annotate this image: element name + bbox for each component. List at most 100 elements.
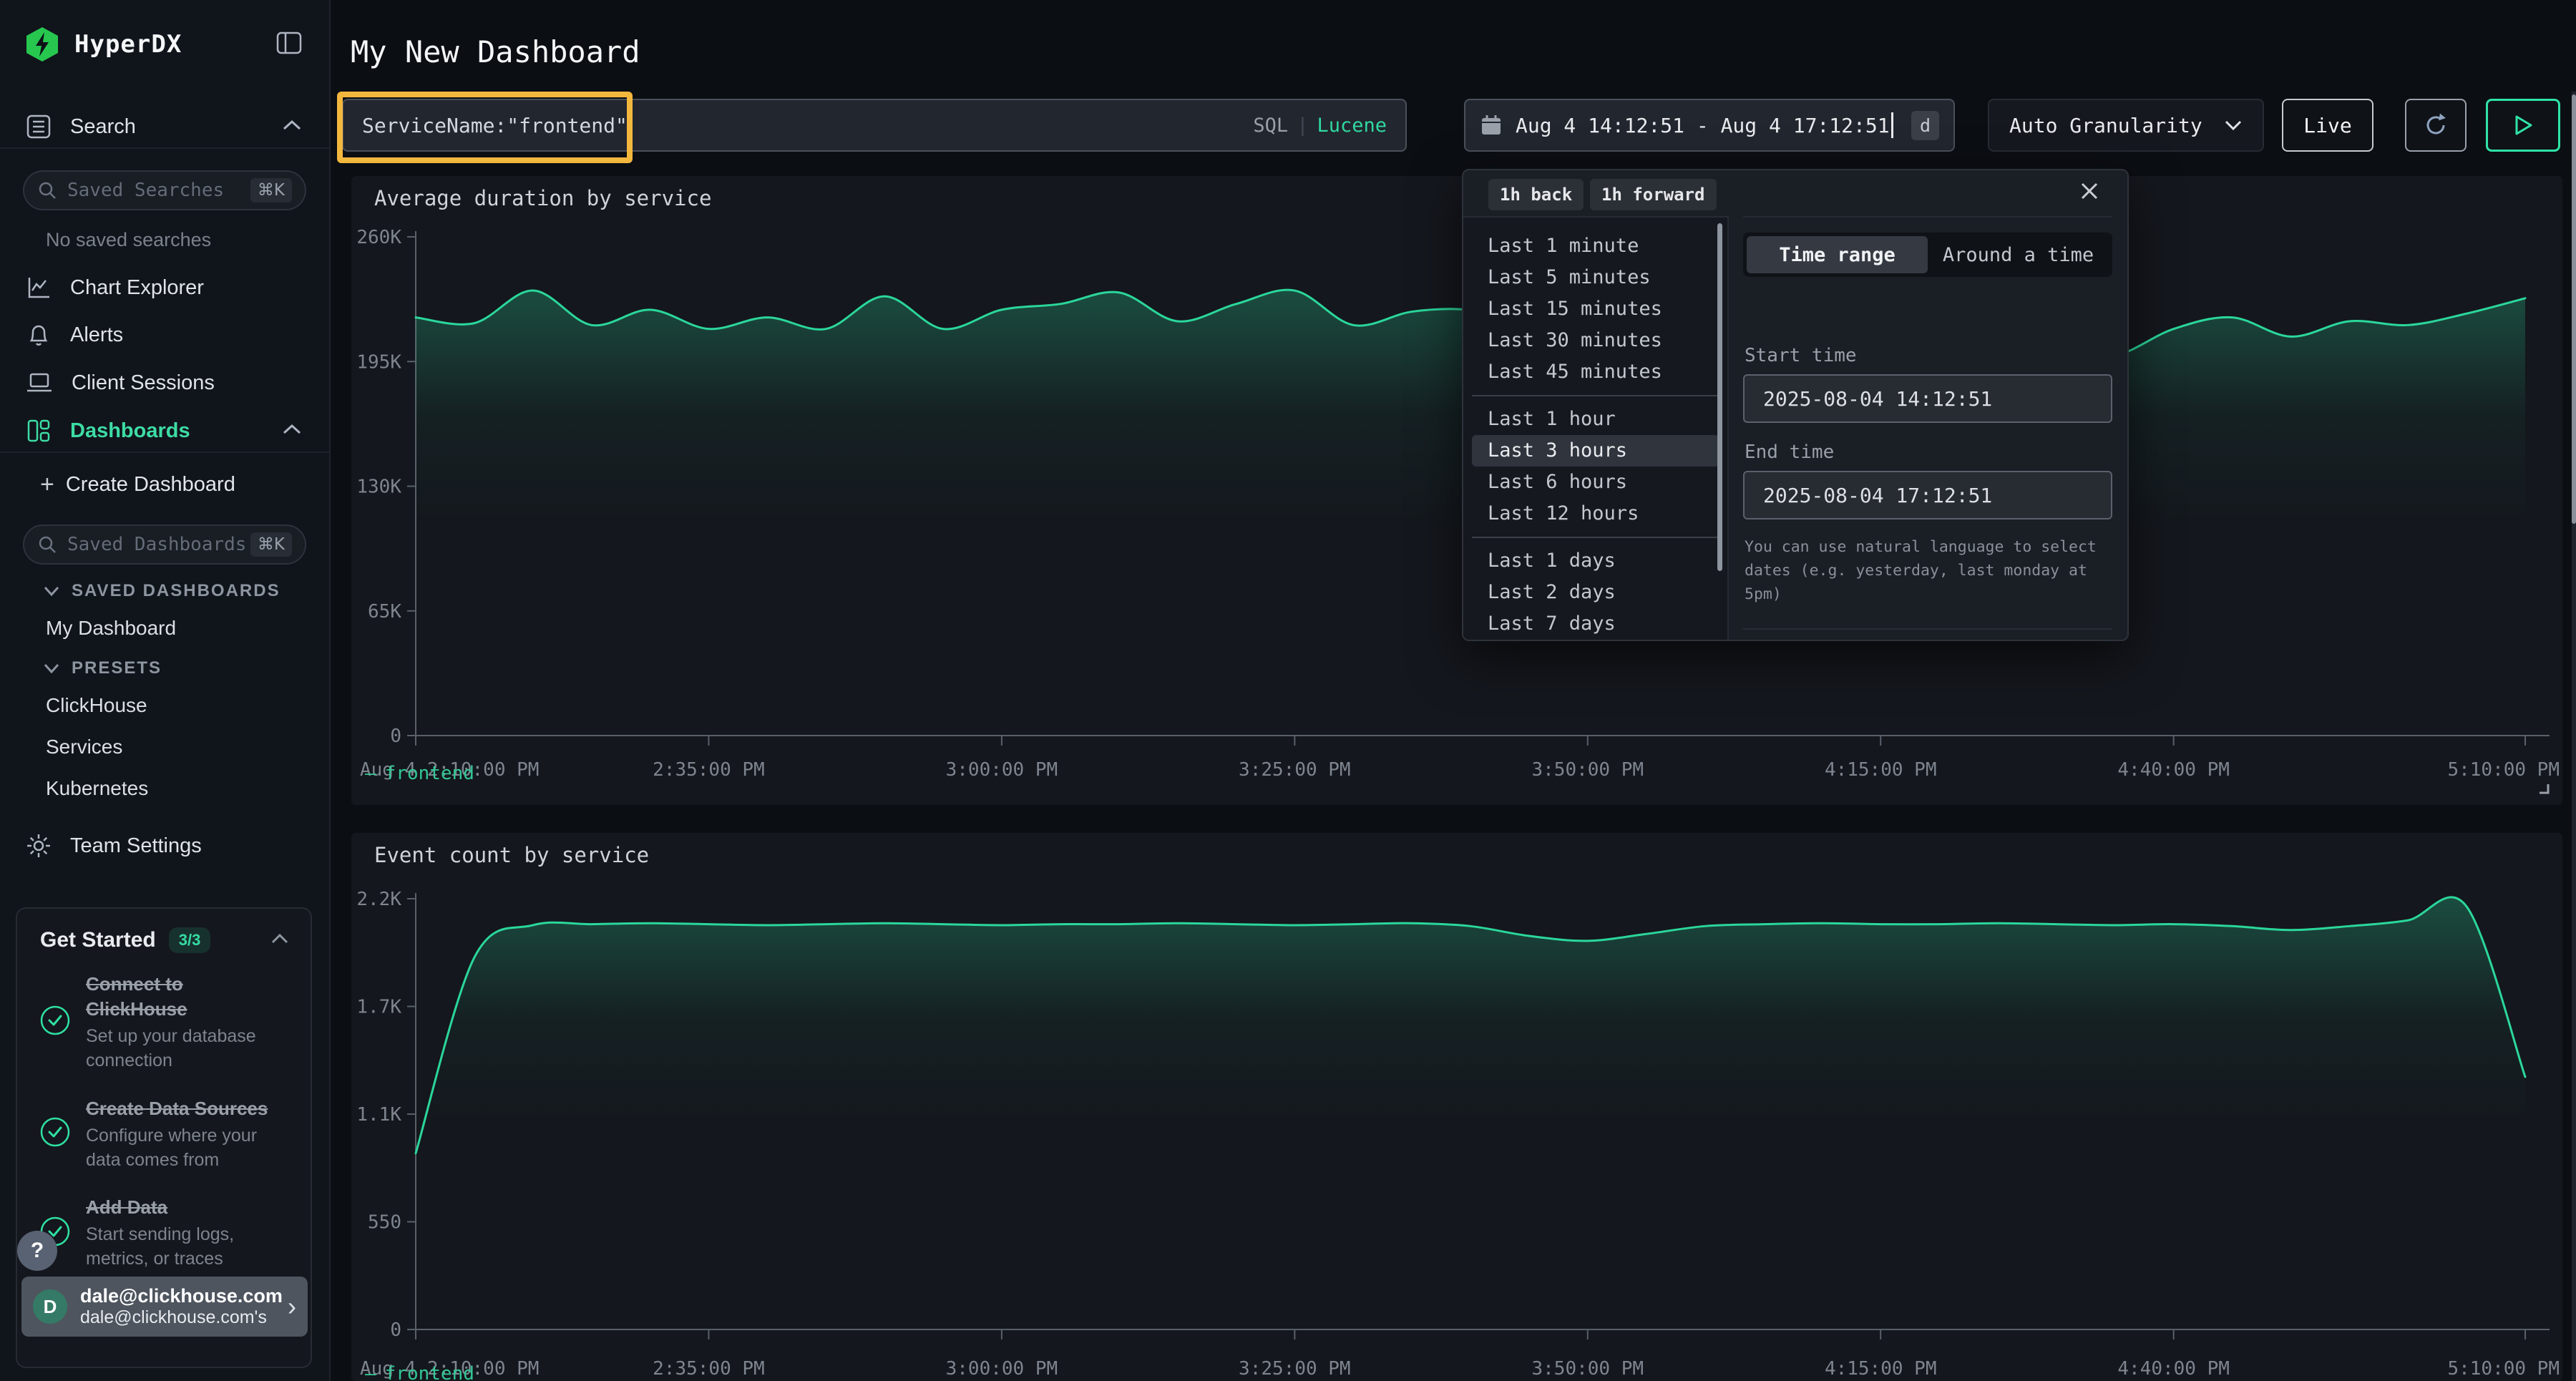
- svg-text:5:10:00 PM: 5:10:00 PM: [2447, 1358, 2560, 1380]
- saved-searches-placeholder: Saved Searches: [67, 180, 250, 201]
- chart-panel-event-count[interactable]: Event count by service 05501.1K1.7K2.2KA…: [351, 833, 2562, 1381]
- chart-panel-avg-duration[interactable]: Average duration by service 065K130K195K…: [351, 176, 2562, 805]
- divider: [1743, 628, 2112, 630]
- live-button[interactable]: Live: [2282, 99, 2373, 152]
- search-query-input[interactable]: ServiceName:"frontend" SQL|Lucene: [342, 99, 1407, 152]
- end-time-input[interactable]: 2025-08-04 17:12:51: [1743, 471, 2112, 519]
- chart-legend[interactable]: — frontend: [365, 763, 474, 784]
- time-range-input[interactable]: Aug 4 14:12:51 - Aug 4 17:12:51 d: [1464, 99, 1955, 152]
- get-started-item[interactable]: Create Data SourcesConfigure where your …: [17, 1085, 311, 1184]
- sidebar-item-preset-clickhouse[interactable]: ClickHouse: [46, 694, 148, 717]
- sql-mode-toggle[interactable]: SQL: [1253, 114, 1288, 137]
- chevron-up-icon[interactable]: [282, 119, 302, 135]
- get-started-item-desc: Configure where your data comes from: [86, 1124, 275, 1173]
- collapse-sidebar-icon[interactable]: [276, 31, 302, 58]
- scrollbar-thumb[interactable]: [1717, 223, 1722, 571]
- legend-swatch: —: [365, 763, 376, 784]
- svg-text:195K: 195K: [356, 351, 401, 373]
- sidebar-item-label: Dashboards: [70, 419, 190, 443]
- quick-range-option[interactable]: Last 1 hour: [1472, 404, 1719, 435]
- get-started-item-title: Connect to ClickHouse: [86, 972, 275, 1022]
- sidebar-item-chart-explorer[interactable]: Chart Explorer: [0, 268, 329, 308]
- chevron-up-icon[interactable]: [270, 933, 289, 948]
- shift-1h-back-button[interactable]: 1h back: [1488, 179, 1584, 210]
- get-started-progress-badge: 3/3: [169, 927, 211, 953]
- divider: [1472, 537, 1719, 538]
- quick-range-option[interactable]: Last 6 hours: [1472, 467, 1719, 498]
- sidebar-item-team-settings[interactable]: Team Settings: [0, 827, 329, 864]
- page-scrollbar[interactable]: [2572, 92, 2576, 1381]
- get-started-item-text: Connect to ClickHouseSet up your databas…: [86, 972, 275, 1073]
- start-time-input[interactable]: 2025-08-04 14:12:51: [1743, 374, 2112, 423]
- presets-section-header[interactable]: PRESETS: [43, 658, 162, 678]
- quick-range-option[interactable]: Last 1 days: [1472, 545, 1719, 577]
- get-started-item-desc: Start sending logs, metrics, or traces: [86, 1223, 275, 1272]
- get-started-item[interactable]: Add DataStart sending logs, metrics, or …: [17, 1184, 311, 1283]
- svg-text:65K: 65K: [368, 601, 401, 623]
- refresh-button[interactable]: [2405, 99, 2467, 152]
- saved-dashboards-section-header[interactable]: SAVED DASHBOARDS: [43, 581, 280, 601]
- sidebar-item-dashboards[interactable]: Dashboards: [0, 410, 329, 453]
- resize-handle-icon[interactable]: [2537, 781, 2550, 798]
- granularity-select[interactable]: Auto Granularity: [1988, 99, 2264, 152]
- quick-range-option[interactable]: Last 7 days: [1472, 608, 1719, 640]
- close-icon[interactable]: [2079, 180, 2100, 205]
- sidebar-item-preset-services[interactable]: Services: [46, 736, 148, 758]
- line-chart-event-count: 05501.1K1.7K2.2KAug 4 2:10:00 PM2:35:00 …: [351, 833, 2562, 1381]
- user-team: dale@clickhouse.com's: [80, 1307, 283, 1328]
- svg-text:4:40:00 PM: 4:40:00 PM: [2117, 759, 2230, 781]
- quick-range-option[interactable]: Last 2 days: [1472, 577, 1719, 608]
- range-mode-tabs: Time range Around a time: [1743, 233, 2112, 277]
- quick-range-option[interactable]: Last 45 minutes: [1472, 356, 1719, 388]
- search-icon: [37, 180, 57, 200]
- svg-text:1.1K: 1.1K: [356, 1104, 401, 1126]
- chevron-right-icon: ›: [288, 1292, 296, 1322]
- lucene-mode-toggle[interactable]: Lucene: [1317, 114, 1387, 137]
- plus-icon: +: [40, 472, 54, 497]
- get-started-item-desc: Set up your database connection: [86, 1025, 275, 1073]
- get-started-item[interactable]: Connect to ClickHouseSet up your databas…: [17, 960, 311, 1085]
- natural-language-hint: You can use natural language to select d…: [1745, 535, 2106, 606]
- quick-range-option[interactable]: Last 3 hours: [1472, 435, 1719, 467]
- tab-around-a-time[interactable]: Around a time: [1928, 236, 2109, 273]
- sidebar-item-preset-kubernetes[interactable]: Kubernetes: [46, 777, 148, 800]
- svg-text:2:35:00 PM: 2:35:00 PM: [653, 759, 765, 781]
- user-menu[interactable]: D dale@clickhouse.com dale@clickhouse.co…: [21, 1277, 308, 1337]
- brand: HyperDX: [0, 21, 329, 67]
- quick-range-option[interactable]: Last 12 hours: [1472, 498, 1719, 530]
- saved-dashboards-input[interactable]: Saved Dashboards ⌘K: [23, 524, 306, 565]
- help-button[interactable]: ?: [17, 1231, 57, 1271]
- sidebar-item-alerts[interactable]: Alerts: [0, 315, 329, 355]
- saved-searches-input[interactable]: Saved Searches ⌘K: [23, 170, 306, 210]
- svg-text:5:10:00 PM: 5:10:00 PM: [2447, 759, 2560, 781]
- get-started-header[interactable]: Get Started 3/3: [17, 909, 311, 960]
- sidebar-item-my-dashboard[interactable]: My Dashboard: [46, 617, 176, 640]
- shift-1h-forward-button[interactable]: 1h forward: [1590, 179, 1717, 210]
- svg-text:3:25:00 PM: 3:25:00 PM: [1239, 759, 1351, 781]
- tab-time-range[interactable]: Time range: [1747, 236, 1928, 273]
- time-range-value: Aug 4 14:12:51 - Aug 4 17:12:51: [1516, 114, 1890, 137]
- quick-range-option[interactable]: Last 15 minutes: [1472, 293, 1719, 325]
- chevron-up-icon[interactable]: [282, 423, 302, 439]
- chart-explorer-icon: [26, 275, 52, 301]
- quick-range-option[interactable]: Last 1 minute: [1472, 230, 1719, 262]
- refresh-icon: [2421, 111, 2450, 140]
- quick-range-option[interactable]: Last 30 minutes: [1472, 325, 1719, 356]
- chevron-down-icon: [43, 585, 60, 597]
- sidebar-item-label: Client Sessions: [72, 371, 215, 395]
- quick-range-option[interactable]: Last 5 minutes: [1472, 262, 1719, 293]
- create-dashboard-button[interactable]: + Create Dashboard: [40, 472, 235, 497]
- get-started-item-text: Create Data SourcesConfigure where your …: [86, 1096, 275, 1173]
- svg-text:550: 550: [368, 1212, 401, 1234]
- sidebar-item-search[interactable]: Search: [0, 106, 329, 149]
- quick-range-option[interactable]: Last 14 days: [1472, 640, 1719, 641]
- chart-legend[interactable]: — frontend: [365, 1363, 474, 1381]
- bell-icon: [26, 322, 52, 348]
- presets-list: ClickHouse Services Kubernetes: [46, 694, 148, 819]
- run-query-button[interactable]: [2486, 99, 2560, 152]
- sidebar-item-client-sessions[interactable]: Client Sessions: [0, 363, 329, 403]
- query-text: ServiceName:"frontend": [362, 114, 1253, 137]
- svg-text:260K: 260K: [356, 227, 401, 248]
- sidebar-search-label: Search: [70, 115, 136, 139]
- custom-range-panel: Time range Around a time Start time 2025…: [1743, 216, 2112, 641]
